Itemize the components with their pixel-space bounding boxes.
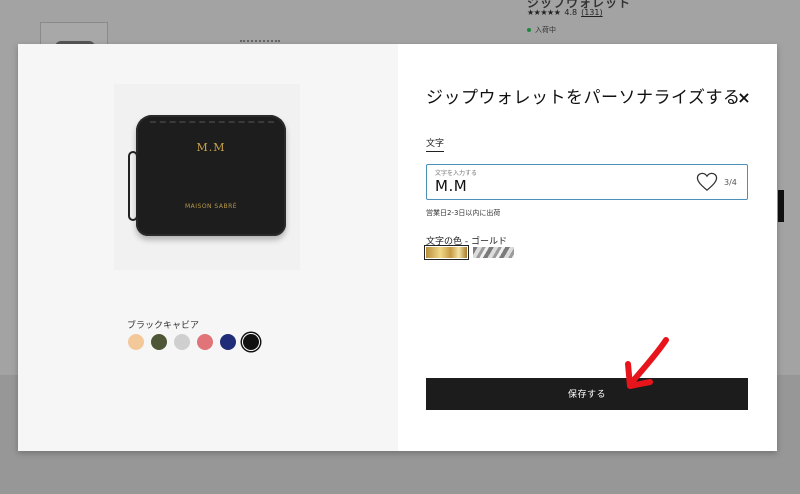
color-swatch[interactable] — [220, 334, 236, 350]
heart-icon[interactable] — [696, 172, 718, 192]
star-icons: ★★★★★ — [527, 8, 561, 17]
background-side-button — [778, 190, 784, 222]
stock-status-text: 入荷中 — [535, 26, 556, 34]
color-swatch[interactable] — [243, 334, 259, 350]
product-preview-panel: M.M MAISON SABRÉ ブラックキャビア — [18, 44, 398, 451]
initials-input-value[interactable]: M.M — [435, 177, 467, 195]
delivery-note: 営業日2-3日以内に出荷 — [426, 209, 501, 217]
background-rating: ★★★★★ 4.8 (131) — [527, 8, 603, 17]
text-color-options — [424, 245, 514, 260]
char-count: 3/4 — [724, 178, 737, 187]
product-image: M.M MAISON SABRÉ — [114, 84, 300, 270]
zipper-pull — [128, 151, 138, 221]
text-color-label: 文字の色 - ゴールド — [426, 237, 507, 247]
initials-input-label: 文字を入力する — [435, 170, 478, 177]
stock-dot-icon — [527, 28, 531, 32]
personalize-modal: M.M MAISON SABRÉ ブラックキャビア ジップウォレットをパーソナラ… — [18, 44, 777, 451]
color-name-label: ブラックキャビア — [127, 321, 200, 331]
tab-text[interactable]: 文字 — [426, 136, 445, 152]
stock-status: 入荷中 — [527, 25, 556, 35]
wallet-brand-logo: MAISON SABRÉ — [184, 203, 238, 210]
color-swatch[interactable] — [128, 334, 144, 350]
rating-value: 4.8 — [564, 8, 578, 17]
modal-title: ジップウォレットをパーソナライズする — [426, 88, 741, 108]
color-swatches — [128, 334, 259, 350]
wallet-initials-preview: M.M — [196, 141, 226, 154]
wallet-zipper — [150, 121, 274, 125]
color-swatch[interactable] — [197, 334, 213, 350]
color-swatch[interactable] — [151, 334, 167, 350]
save-button[interactable]: 保存する — [426, 378, 748, 410]
silver-color-option[interactable] — [473, 247, 514, 258]
personalize-form-panel: ジップウォレットをパーソナライズする × 文字 文字を入力する M.M 3/4 … — [398, 44, 777, 451]
initials-input[interactable]: 文字を入力する M.M 3/4 — [426, 164, 748, 200]
gold-color-option[interactable] — [424, 245, 469, 260]
close-icon[interactable]: × — [737, 90, 751, 106]
wallet-image: M.M MAISON SABRÉ — [128, 115, 286, 236]
review-count-link[interactable]: (131) — [581, 8, 603, 17]
color-swatch[interactable] — [174, 334, 190, 350]
